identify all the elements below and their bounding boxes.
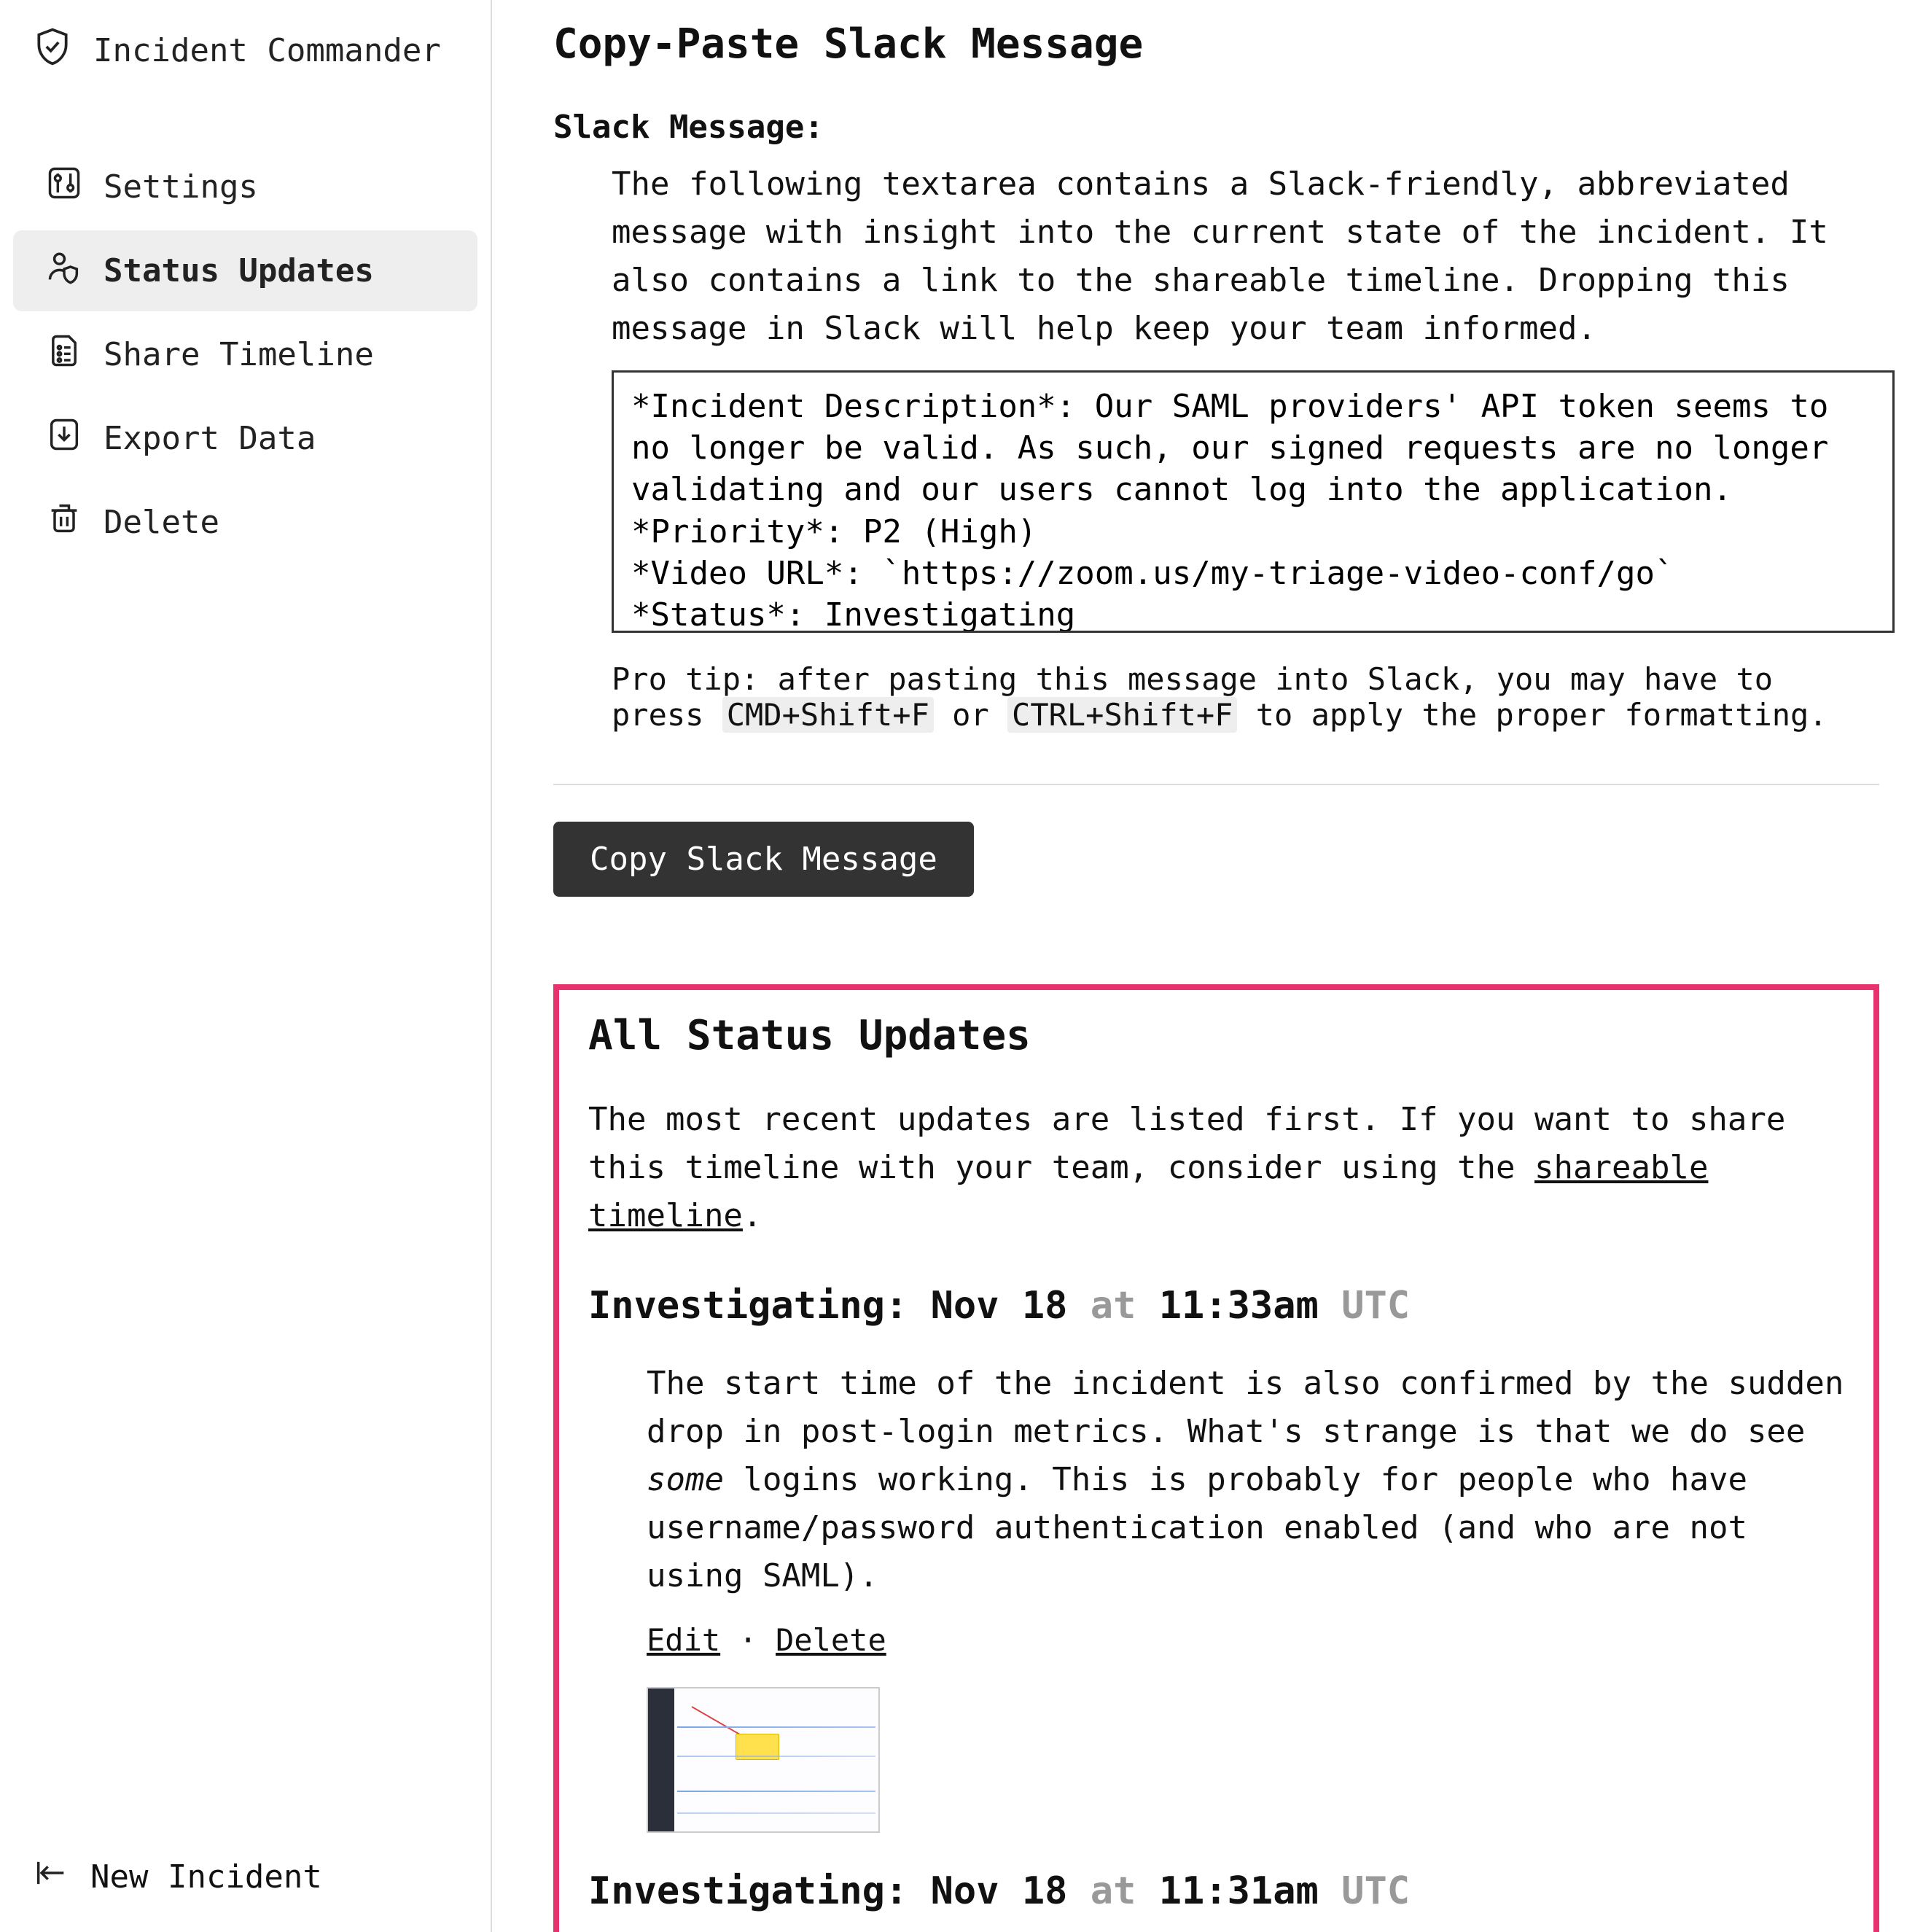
shield-check-icon (32, 26, 73, 75)
delete-link[interactable]: Delete (776, 1622, 886, 1658)
section-intro: The most recent updates are listed first… (588, 1096, 1844, 1240)
brand-title: Incident Commander (93, 32, 441, 69)
update-at: at (1091, 1284, 1136, 1328)
update-date: Nov 18 (931, 1284, 1068, 1328)
update-body: The start time of the incident is also c… (647, 1360, 1844, 1600)
nav-label: Share Timeline (104, 336, 374, 373)
nav-label: Export Data (104, 420, 316, 457)
all-status-updates-section: All Status Updates The most recent updat… (553, 984, 1879, 1932)
update-time: 11:31am (1159, 1869, 1319, 1913)
person-shield-icon (45, 248, 83, 294)
kbd-shortcut-win: CTRL+Shift+F (1007, 697, 1237, 733)
nav-item-delete[interactable]: Delete (13, 482, 477, 563)
nav-label: New Incident (90, 1858, 322, 1896)
update-tz: UTC (1341, 1284, 1410, 1328)
pro-tip-suffix: to apply the proper formatting. (1237, 697, 1827, 733)
back-arrow-icon (32, 1854, 70, 1900)
brand: Incident Commander (0, 16, 491, 85)
page-title: Copy-Paste Slack Message (553, 20, 1879, 68)
copy-slack-message-button[interactable]: Copy Slack Message (553, 822, 974, 897)
update-body-suffix: logins working. This is probably for peo… (647, 1461, 1747, 1594)
trash-icon (45, 499, 83, 545)
nav-item-settings[interactable]: Settings (13, 147, 477, 227)
document-list-icon (45, 332, 83, 378)
update-body-prefix: The start time of the incident is also c… (647, 1365, 1844, 1450)
section-title: All Status Updates (588, 1012, 1844, 1059)
nav-item-export-data[interactable]: Export Data (13, 398, 477, 479)
update-tz: UTC (1341, 1869, 1410, 1913)
nav-item-status-updates[interactable]: Status Updates (13, 230, 477, 311)
update-stage: Investigating: (588, 1869, 908, 1913)
nav-group: Settings Status Updates S (0, 144, 491, 566)
slack-help-text: The following textarea contains a Slack-… (612, 160, 1865, 353)
action-separator: · (720, 1622, 776, 1658)
kbd-shortcut-mac: CMD+Shift+F (722, 697, 934, 733)
update-date: Nov 18 (931, 1869, 1068, 1913)
sidebar: Incident Commander Settings Status (0, 0, 492, 1932)
update-body-em: some (647, 1461, 724, 1498)
nav-item-share-timeline[interactable]: Share Timeline (13, 314, 477, 395)
screenshot-thumbnail[interactable] (647, 1687, 880, 1833)
main-content: Copy-Paste Slack Message Slack Message: … (492, 0, 1923, 1932)
slack-message-textarea[interactable] (612, 370, 1895, 633)
nav-label: Settings (104, 168, 258, 206)
intro-suffix: . (743, 1197, 762, 1234)
pro-tip-mid: or (934, 697, 1007, 733)
update-at: at (1091, 1869, 1136, 1913)
slack-message-label: Slack Message: (553, 109, 1879, 146)
nav-label: Status Updates (104, 252, 374, 289)
divider (553, 784, 1879, 785)
update-actions: Edit · Delete (647, 1622, 1844, 1658)
pro-tip-text: Pro tip: after pasting this message into… (612, 661, 1865, 733)
update-heading: Investigating: Nov 18 at 11:31am UTC (588, 1869, 1844, 1913)
update-heading: Investigating: Nov 18 at 11:33am UTC (588, 1284, 1844, 1328)
download-icon (45, 416, 83, 461)
sliders-icon (45, 164, 83, 210)
update-time: 11:33am (1159, 1284, 1319, 1328)
edit-link[interactable]: Edit (647, 1622, 720, 1658)
update-stage: Investigating: (588, 1284, 908, 1328)
nav-item-new-incident[interactable]: New Incident (0, 1836, 491, 1932)
nav-label: Delete (104, 504, 219, 541)
